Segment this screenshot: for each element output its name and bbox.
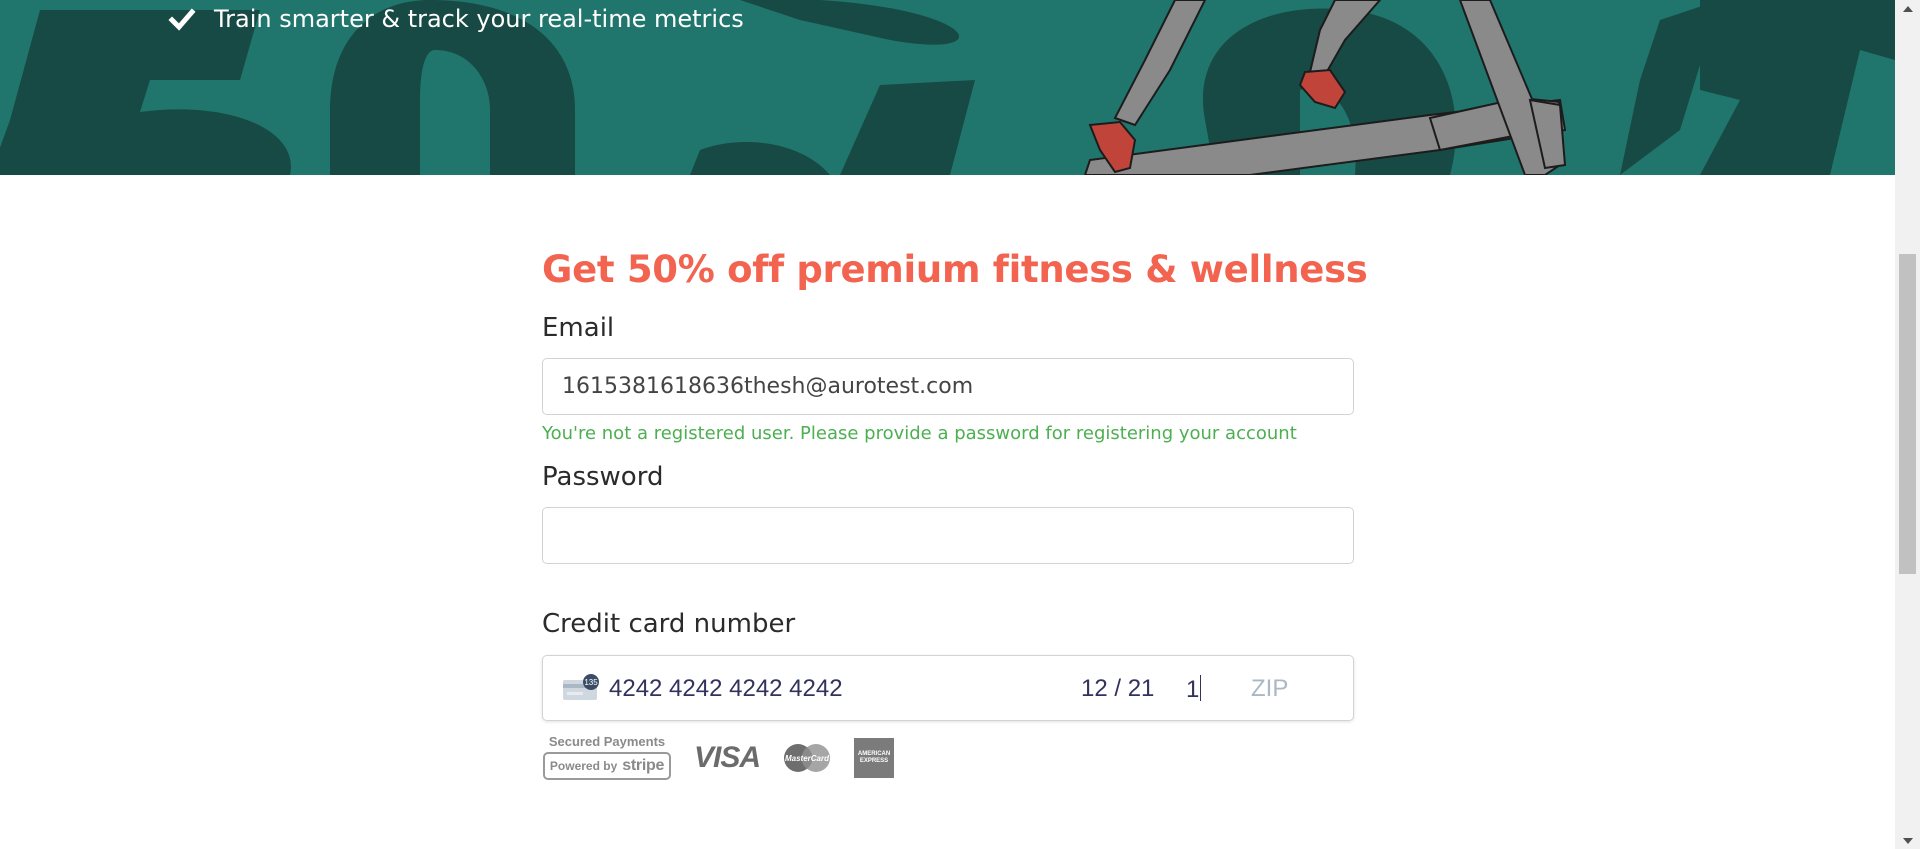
triangle-up-icon xyxy=(1902,5,1913,12)
payment-logos: Secured Payments Powered by stripe VISA … xyxy=(542,735,1354,780)
stripe-badge: Secured Payments Powered by stripe xyxy=(542,735,672,780)
hero-banner: Train smarter & track your real-time met… xyxy=(0,0,1895,175)
text-caret xyxy=(1200,675,1202,701)
credit-card-label: Credit card number xyxy=(542,609,796,639)
scroll-thumb[interactable] xyxy=(1899,254,1916,574)
scroll-up-arrow[interactable] xyxy=(1895,0,1920,17)
email-input[interactable] xyxy=(542,358,1354,415)
credit-card-field[interactable]: 135 4242 4242 4242 4242 12 / 21 1 xyxy=(542,655,1354,721)
mastercard-logo-text: MasterCard xyxy=(785,754,830,763)
mastercard-logo: MasterCard xyxy=(784,743,830,772)
signup-form: Get 50% off premium fitness & wellness E… xyxy=(542,240,1368,780)
scroll-down-arrow[interactable] xyxy=(1895,832,1920,849)
powered-by-text: Powered by xyxy=(549,759,618,773)
hero-feature-bullet: Train smarter & track your real-time met… xyxy=(168,2,744,36)
check-icon xyxy=(168,8,196,31)
secured-payments-text: Secured Payments xyxy=(548,734,666,749)
hero-bullet-text: Train smarter & track your real-time met… xyxy=(214,5,744,33)
password-input[interactable] xyxy=(542,507,1354,564)
card-cvc-input[interactable]: 1 xyxy=(1186,675,1202,704)
card-expiry-input[interactable]: 12 / 21 xyxy=(1081,675,1154,703)
triangle-down-icon xyxy=(1902,837,1913,844)
card-zip-input[interactable] xyxy=(1251,675,1341,703)
card-cvc-value: 1 xyxy=(1186,676,1200,703)
card-cvc-icon: 135 xyxy=(563,674,599,700)
password-label: Password xyxy=(542,462,664,492)
visa-logo: VISA xyxy=(694,740,761,774)
card-number-input[interactable]: 4242 4242 4242 4242 xyxy=(609,675,843,703)
powered-by-stripe: Powered by stripe xyxy=(543,752,671,780)
card-cvc-icon-text: 135 xyxy=(584,678,598,687)
stripe-logo: stripe xyxy=(622,757,665,774)
offer-title: Get 50% off premium fitness & wellness xyxy=(542,248,1368,291)
amex-logo: AMERICAN EXPRESS xyxy=(854,737,895,778)
email-hint: You're not a registered user. Please pro… xyxy=(542,423,1297,444)
vertical-scrollbar[interactable] xyxy=(1895,0,1920,849)
page: Train smarter & track your real-time met… xyxy=(0,0,1920,849)
email-label: Email xyxy=(542,313,615,343)
